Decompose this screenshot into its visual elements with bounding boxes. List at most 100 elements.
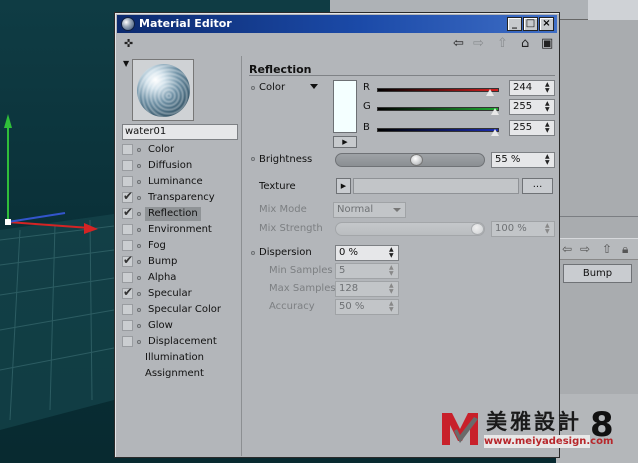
channel-item-luminance[interactable]: Luminance bbox=[118, 174, 242, 190]
spinner-icon[interactable]: ▲ ▼ bbox=[389, 301, 397, 313]
channel-dot-icon bbox=[137, 292, 141, 296]
channel-checkbox[interactable] bbox=[122, 224, 133, 235]
color-expand-button[interactable]: ▶ bbox=[333, 136, 357, 148]
close-button[interactable]: × bbox=[539, 17, 554, 31]
spinner-icon[interactable]: ▲ ▼ bbox=[389, 247, 397, 259]
spinner-icon[interactable]: ▲ ▼ bbox=[389, 265, 397, 277]
channel-label: Illumination bbox=[145, 352, 204, 363]
up-arrow-icon[interactable]: ⇧ bbox=[497, 37, 508, 51]
red-value-field[interactable]: 244 ▲ ▼ bbox=[509, 80, 555, 96]
mix-strength-slider[interactable] bbox=[335, 222, 485, 236]
channel-dot-icon bbox=[137, 308, 141, 312]
channel-checkbox[interactable] bbox=[122, 144, 133, 155]
pick-tool-icon[interactable]: ✜ bbox=[124, 37, 133, 51]
channel-dot-icon bbox=[137, 196, 141, 200]
channel-sidebar: ▼ water01 Color Diffusion Luminance ✔ Transp… bbox=[118, 56, 242, 456]
channel-item-specular-color[interactable]: Specular Color bbox=[118, 302, 242, 318]
channel-item-glow[interactable]: Glow bbox=[118, 318, 242, 334]
channel-checkbox[interactable]: ✔ bbox=[122, 189, 133, 203]
blue-value-field[interactable]: 255 ▲ ▼ bbox=[509, 120, 555, 136]
forward-arrow-icon[interactable]: ⇨ bbox=[580, 242, 590, 256]
brightness-value-field[interactable]: 55 % ▲ ▼ bbox=[491, 152, 555, 168]
channel-item-specular[interactable]: ✔ Specular bbox=[118, 285, 242, 302]
dispersion-label: Dispersion bbox=[259, 247, 312, 258]
channel-item-transparency[interactable]: ✔ Transparency bbox=[118, 189, 242, 206]
green-slider[interactable] bbox=[377, 107, 499, 111]
bump-tab-button[interactable]: Bump bbox=[563, 264, 632, 283]
spinner-icon[interactable]: ▲ ▼ bbox=[545, 101, 553, 113]
up-arrow-icon[interactable]: ⇧ bbox=[602, 242, 612, 256]
channel-item-reflection[interactable]: ✔ Reflection bbox=[118, 205, 242, 222]
green-slider-thumb[interactable] bbox=[491, 108, 499, 115]
channel-checkbox[interactable] bbox=[122, 320, 133, 331]
back-arrow-icon[interactable]: ⇦ bbox=[453, 37, 464, 51]
max-samples-label: Max Samples bbox=[269, 283, 336, 294]
spinner-icon[interactable]: ▲ ▼ bbox=[545, 122, 553, 134]
spinner-icon[interactable]: ▲ ▼ bbox=[545, 82, 553, 94]
min-samples-label: Min Samples bbox=[269, 265, 333, 276]
b-label: B bbox=[363, 122, 370, 133]
channel-checkbox[interactable]: ✔ bbox=[122, 253, 134, 267]
channel-checkbox[interactable] bbox=[122, 336, 133, 347]
spinner-icon[interactable]: ▲ ▼ bbox=[545, 154, 553, 166]
lock-icon[interactable]: ⌂ bbox=[521, 37, 529, 51]
mix-strength-value-field[interactable]: 100 % ▲ ▼ bbox=[491, 221, 555, 237]
channel-item-bump[interactable]: ✔ Bump bbox=[118, 253, 242, 270]
channel-item-diffusion[interactable]: Diffusion bbox=[118, 158, 242, 174]
channel-dot-icon bbox=[137, 340, 141, 344]
channel-checkbox[interactable] bbox=[122, 304, 133, 315]
channel-item-fog[interactable]: Fog bbox=[118, 238, 242, 254]
brightness-slider-knob[interactable] bbox=[410, 154, 424, 166]
minimize-button[interactable]: _ bbox=[507, 17, 522, 31]
channel-item-displacement[interactable]: Displacement bbox=[118, 334, 242, 350]
mix-strength-slider-knob[interactable] bbox=[471, 223, 484, 235]
spinner-icon[interactable]: ▲ ▼ bbox=[389, 283, 397, 295]
channel-item-alpha[interactable]: Alpha bbox=[118, 270, 242, 286]
blue-slider-thumb[interactable] bbox=[491, 129, 499, 136]
title-bar[interactable]: Material Editor _ □ × bbox=[117, 15, 557, 33]
channel-checkbox[interactable] bbox=[122, 160, 133, 171]
max-samples-field[interactable]: 128 ▲ ▼ bbox=[335, 281, 399, 297]
red-slider[interactable] bbox=[377, 88, 499, 92]
channel-dot-icon bbox=[137, 260, 141, 264]
dispersion-value-field[interactable]: 0 % ▲ ▼ bbox=[335, 245, 399, 261]
watermark: 美雅設計 www.meiyadesign.com 8 bbox=[440, 405, 632, 450]
texture-label: Texture bbox=[259, 181, 296, 192]
lock-icon[interactable]: 🔒︎ bbox=[622, 242, 628, 257]
channel-item-illumination[interactable]: Illumination bbox=[118, 350, 242, 366]
channel-label: Bump bbox=[148, 256, 178, 267]
blue-slider[interactable] bbox=[377, 128, 499, 132]
color-swatch[interactable] bbox=[333, 80, 357, 133]
texture-menu-button[interactable]: ▶ bbox=[336, 178, 351, 194]
new-window-icon[interactable]: ▣ bbox=[541, 37, 553, 51]
check-icon: ✔ bbox=[123, 253, 134, 267]
material-name-field[interactable]: water01 bbox=[122, 124, 238, 140]
back-arrow-icon[interactable]: ⇦ bbox=[562, 242, 572, 256]
material-preview[interactable] bbox=[132, 59, 194, 121]
channel-item-assignment[interactable]: Assignment bbox=[118, 366, 242, 382]
channel-list: Color Diffusion Luminance ✔ Transparency ✔ Ref… bbox=[118, 142, 242, 382]
mix-mode-select[interactable]: Normal bbox=[333, 202, 406, 218]
channel-item-color[interactable]: Color bbox=[118, 142, 242, 158]
texture-field[interactable] bbox=[353, 178, 519, 194]
channel-checkbox[interactable] bbox=[122, 176, 133, 187]
texture-browse-button[interactable]: ... bbox=[522, 178, 553, 194]
channel-checkbox[interactable] bbox=[122, 240, 133, 251]
forward-arrow-icon[interactable]: ⇨ bbox=[473, 37, 484, 51]
red-slider-thumb[interactable] bbox=[485, 89, 494, 96]
brightness-slider[interactable] bbox=[335, 153, 485, 167]
background-toolbar: ⇦ ⇨ ⇧ 🔒︎ bbox=[556, 238, 638, 260]
channel-checkbox[interactable]: ✔ bbox=[122, 285, 133, 299]
spinner-icon[interactable]: ▲ ▼ bbox=[545, 223, 553, 235]
maximize-button[interactable]: □ bbox=[523, 17, 538, 31]
channel-label: Fog bbox=[148, 240, 166, 251]
min-samples-field[interactable]: 5 ▲ ▼ bbox=[335, 263, 399, 279]
channel-checkbox[interactable]: ✔ bbox=[122, 205, 133, 219]
channel-item-environment[interactable]: Environment bbox=[118, 222, 242, 238]
preview-menu-arrow-icon[interactable]: ▼ bbox=[123, 59, 129, 68]
accuracy-field[interactable]: 50 % ▲ ▼ bbox=[335, 299, 399, 315]
color-mode-dropdown-icon[interactable] bbox=[310, 84, 318, 89]
mix-strength-label: Mix Strength bbox=[259, 223, 323, 234]
channel-checkbox[interactable] bbox=[122, 272, 133, 283]
green-value-field[interactable]: 255 ▲ ▼ bbox=[509, 99, 555, 115]
